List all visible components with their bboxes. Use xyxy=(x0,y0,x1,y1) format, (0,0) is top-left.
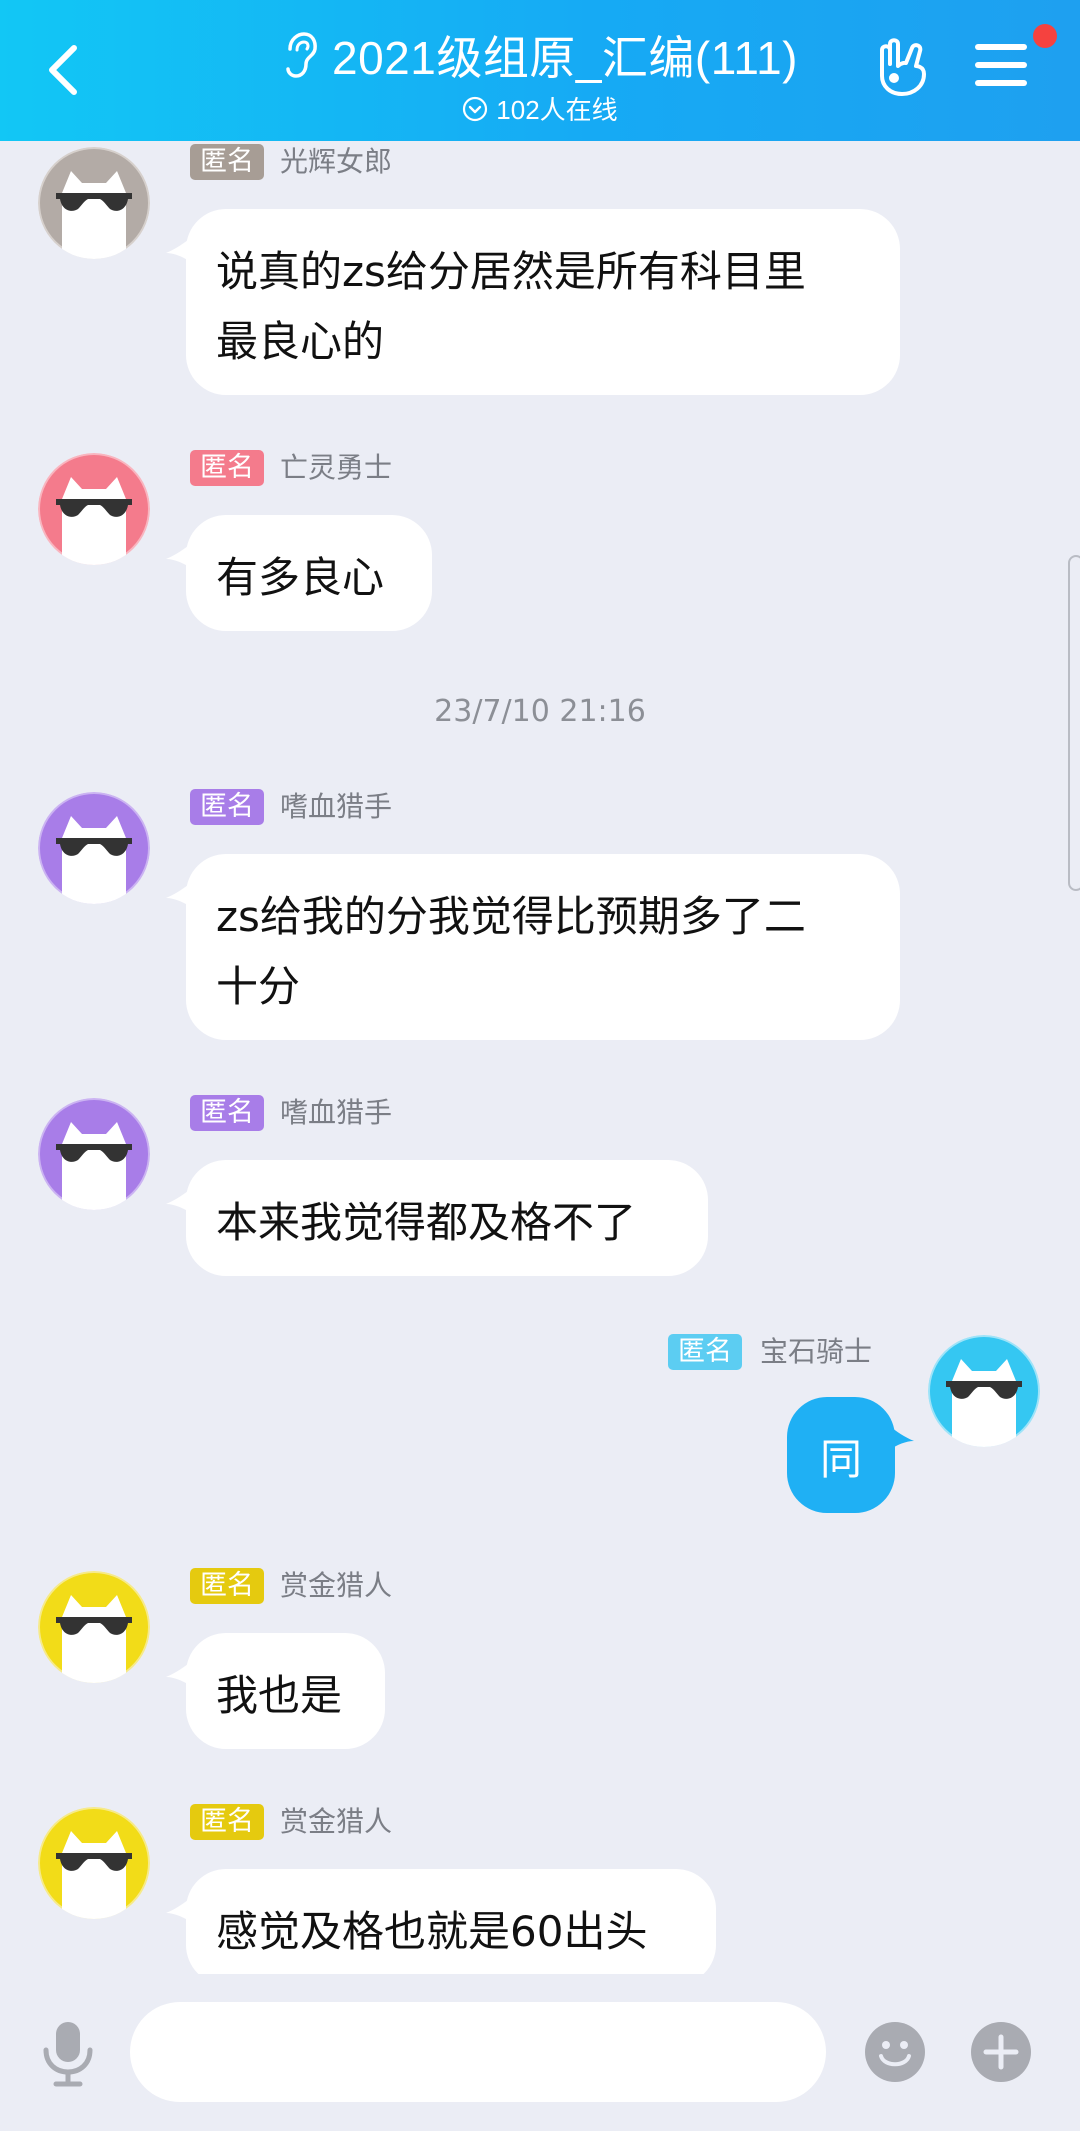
message-bubble[interactable]: 本来我觉得都及格不了 xyxy=(186,1160,708,1276)
message-bubble[interactable]: 有多良心 xyxy=(186,515,432,631)
message-text: 十分 xyxy=(216,962,301,1011)
avatar[interactable] xyxy=(928,1335,1040,1447)
message-text: 感觉及格也就是60出头 xyxy=(216,1907,648,1956)
menu-line xyxy=(975,80,1027,86)
group-title: 2021级组原_汇编(111) xyxy=(332,32,798,84)
nickname[interactable]: 嗜血猎手 xyxy=(280,789,392,825)
message-text: 本来我觉得都及格不了 xyxy=(216,1198,637,1247)
message-bubble[interactable]: 我也是 xyxy=(186,1633,385,1749)
hand-gesture-button[interactable] xyxy=(872,36,932,100)
message-bubble[interactable]: 同 xyxy=(787,1397,895,1513)
nickname[interactable]: 亡灵勇士 xyxy=(280,450,392,486)
anonymous-tag: 匿名 xyxy=(190,144,264,180)
hand-gesture-icon xyxy=(880,38,926,96)
message-text: 最良心的 xyxy=(216,317,385,366)
avatar[interactable] xyxy=(38,1098,150,1210)
avatar[interactable] xyxy=(38,453,150,565)
ear-icon xyxy=(282,31,318,79)
message-bubble[interactable]: zs给我的分我觉得比预期多了二 十分 xyxy=(186,854,900,1040)
timestamp: 23/7/10 21:16 xyxy=(434,694,646,729)
message-text: 同 xyxy=(819,1435,862,1484)
anonymous-tag: 匿名 xyxy=(668,1334,742,1370)
nickname[interactable]: 赏金猎人 xyxy=(280,1804,392,1840)
microphone-icon xyxy=(43,2022,93,2087)
online-check-icon xyxy=(462,96,488,122)
anonymous-tag: 匿名 xyxy=(190,1804,264,1840)
message-bubble[interactable]: 感觉及格也就是60出头 xyxy=(186,1869,716,1974)
avatar[interactable] xyxy=(38,1807,150,1919)
message-text: 有多良心 xyxy=(216,553,385,602)
anonymous-tag: 匿名 xyxy=(190,789,264,825)
message-list[interactable]: 匿名 光辉女郎 说真的zs给分居然是所有科目里 最良心的 匿名 亡灵勇士 有多良… xyxy=(0,141,1080,1974)
plus-icon xyxy=(971,2022,1031,2082)
emoji-button[interactable] xyxy=(864,2021,926,2083)
bubble-tail xyxy=(888,1425,914,1451)
avatar[interactable] xyxy=(38,792,150,904)
nickname[interactable]: 光辉女郎 xyxy=(280,144,392,180)
message-bubble[interactable]: 说真的zs给分居然是所有科目里 最良心的 xyxy=(186,209,900,395)
nickname[interactable]: 赏金猎人 xyxy=(280,1568,392,1604)
menu-line xyxy=(975,44,1027,50)
avatar[interactable] xyxy=(38,147,150,259)
message-text: 说真的zs给分居然是所有科目里 xyxy=(216,247,806,296)
anonymous-tag: 匿名 xyxy=(190,1095,264,1131)
nickname[interactable]: 宝石骑士 xyxy=(760,1334,872,1370)
online-count: 102人在线 xyxy=(496,95,618,125)
plus-button[interactable] xyxy=(970,2021,1032,2083)
message-text: zs给我的分我觉得比预期多了二 xyxy=(216,892,806,941)
smiley-icon xyxy=(865,2022,925,2082)
anonymous-tag: 匿名 xyxy=(190,450,264,486)
microphone-button[interactable] xyxy=(40,2018,96,2088)
avatar[interactable] xyxy=(38,1571,150,1683)
message-input[interactable] xyxy=(130,2002,826,2102)
notification-badge xyxy=(1033,24,1057,48)
scrollbar[interactable] xyxy=(1068,555,1080,891)
nickname[interactable]: 嗜血猎手 xyxy=(280,1095,392,1131)
anonymous-tag: 匿名 xyxy=(190,1568,264,1604)
menu-button[interactable] xyxy=(975,44,1027,94)
input-bar xyxy=(0,1974,1080,2131)
message-text: 我也是 xyxy=(216,1671,343,1720)
chat-header: 2021级组原_汇编(111) 102人在线 xyxy=(0,0,1080,141)
menu-line xyxy=(975,62,1027,68)
